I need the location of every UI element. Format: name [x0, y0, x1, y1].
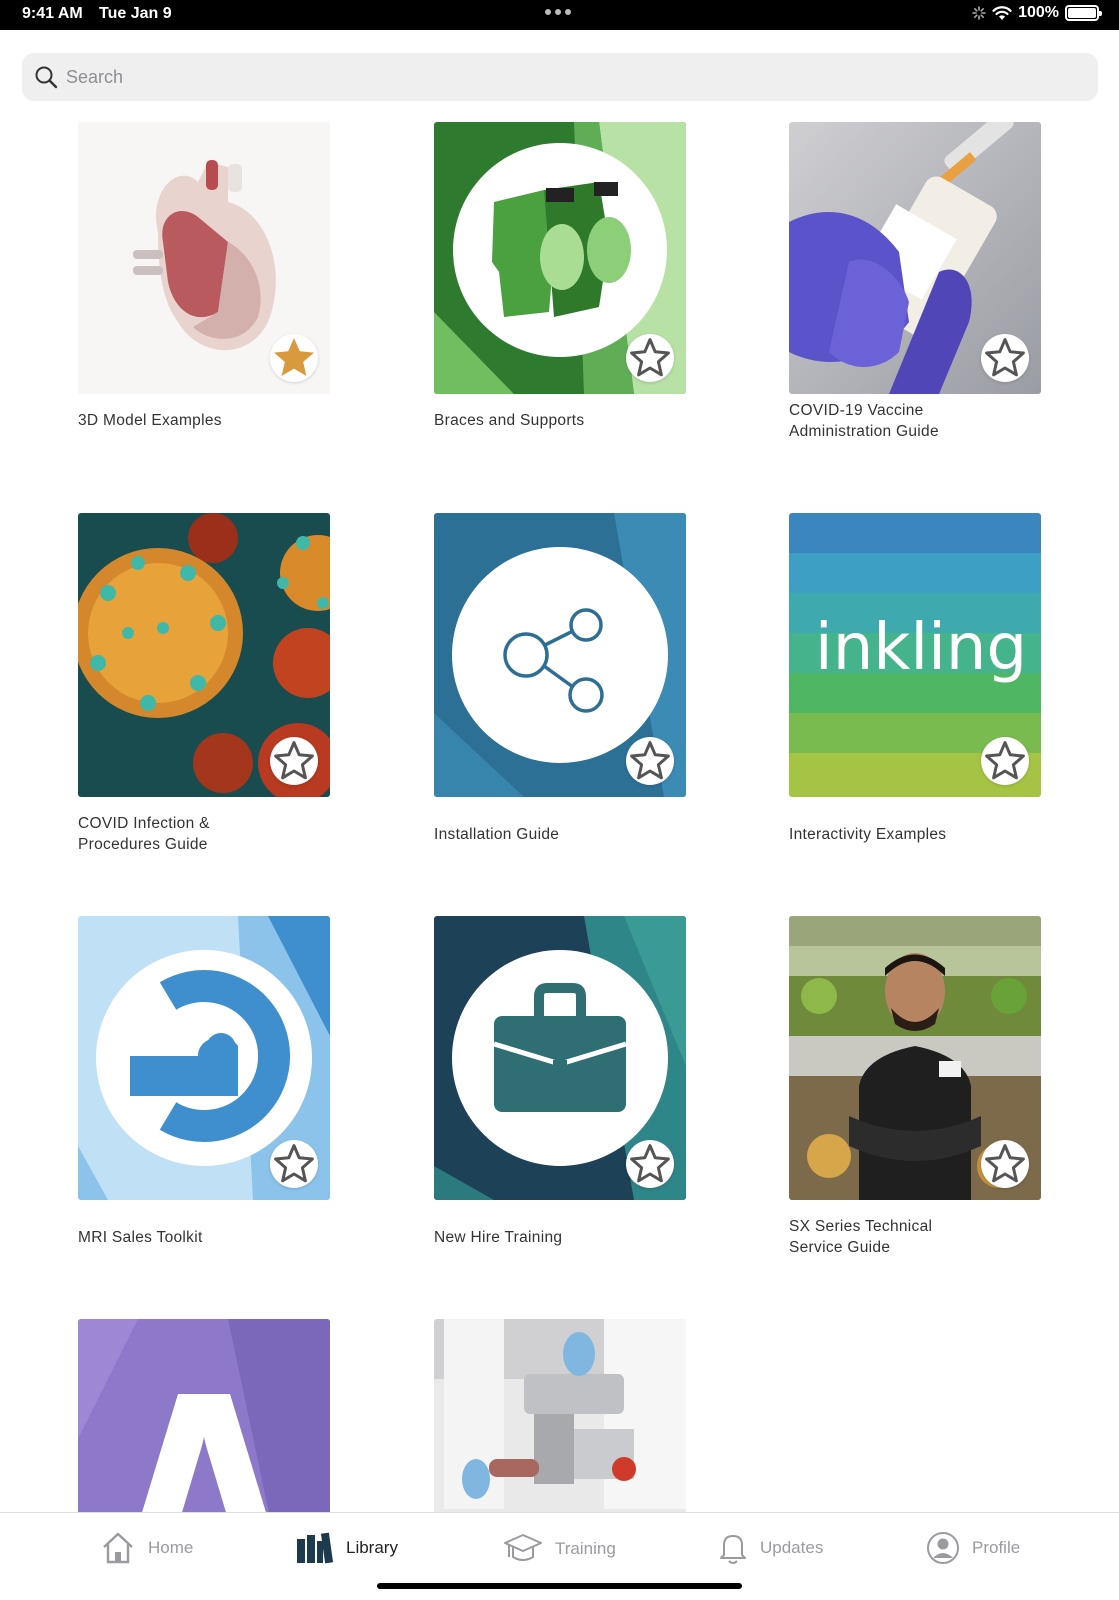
- star-outline-icon: [630, 1144, 670, 1183]
- book-title: Interactivity Examples: [789, 824, 1041, 845]
- book-card-covid-infection[interactable]: COVID Infection & Procedures Guide: [78, 513, 330, 855]
- book-cover[interactable]: [78, 122, 330, 394]
- tab-library[interactable]: Library: [296, 1531, 398, 1565]
- favorite-star-button[interactable]: [981, 737, 1029, 785]
- book-title-line: Installation Guide: [434, 826, 560, 843]
- book-cover[interactable]: [78, 1319, 330, 1512]
- book-cover[interactable]: inkling: [789, 513, 1041, 797]
- letter-a-cover-image: [78, 1319, 330, 1512]
- book-title-line: SX Series Technical: [789, 1218, 933, 1235]
- wifi-icon: [992, 5, 1012, 20]
- book-card-sx-series-guide[interactable]: SX Series Technical Service Guide: [789, 916, 1041, 1258]
- book-card-mri-sales-toolkit[interactable]: MRI Sales Toolkit: [78, 916, 330, 1248]
- star-outline-icon: [274, 1144, 314, 1183]
- book-title-line: MRI Sales Toolkit: [78, 1229, 203, 1246]
- book-cover[interactable]: [434, 513, 686, 797]
- book-title: MRI Sales Toolkit: [78, 1227, 330, 1248]
- book-title-line: COVID Infection &: [78, 815, 210, 832]
- book-cover[interactable]: [434, 122, 686, 394]
- book-title-line: Interactivity Examples: [789, 826, 947, 843]
- book-title-line: New Hire Training: [434, 1229, 563, 1246]
- book-title: New Hire Training: [434, 1227, 686, 1248]
- book-title-line: Administration Guide: [789, 423, 939, 440]
- book-cover[interactable]: [789, 122, 1041, 394]
- library-grid: 3D Model Examples Braces and Supports CO…: [0, 122, 1119, 1512]
- book-cover[interactable]: [789, 916, 1041, 1200]
- favorite-star-button[interactable]: [270, 334, 318, 382]
- inkling-logo-text: inkling: [815, 611, 1027, 685]
- tab-training[interactable]: Training: [503, 1531, 616, 1567]
- battery-percent: 100%: [1018, 4, 1059, 21]
- home-indicator[interactable]: [377, 1583, 742, 1589]
- favorite-star-button[interactable]: [626, 737, 674, 785]
- book-title-line: Braces and Supports: [434, 412, 585, 429]
- book-cover[interactable]: [434, 1319, 686, 1512]
- favorite-star-button[interactable]: [270, 737, 318, 785]
- graduation-cap-icon: [504, 1534, 542, 1561]
- book-title-line: Procedures Guide: [78, 836, 208, 853]
- tab-label: Training: [555, 1539, 616, 1558]
- favorite-star-button[interactable]: [626, 334, 674, 382]
- book-title-line: COVID-19 Vaccine: [789, 402, 924, 419]
- book-card-covid-vaccine[interactable]: COVID-19 Vaccine Administration Guide: [789, 122, 1041, 442]
- favorite-star-button[interactable]: [981, 334, 1029, 382]
- book-cover[interactable]: [78, 916, 330, 1200]
- tab-label: Library: [346, 1538, 398, 1557]
- tab-label: Updates: [760, 1538, 824, 1557]
- book-card-braces-and-supports[interactable]: Braces and Supports: [434, 122, 686, 431]
- favorite-star-button[interactable]: [270, 1140, 318, 1188]
- book-title: Braces and Supports: [434, 410, 686, 431]
- favorite-star-button[interactable]: [626, 1140, 674, 1188]
- star-outline-icon: [985, 1144, 1025, 1183]
- tab-label: Profile: [972, 1538, 1021, 1557]
- book-cover[interactable]: [78, 513, 330, 797]
- search-icon: [35, 66, 58, 89]
- book-cover[interactable]: [434, 916, 686, 1200]
- book-card-new-hire-training[interactable]: New Hire Training: [434, 916, 686, 1248]
- book-title-line: Service Guide: [789, 1239, 891, 1256]
- multitasking-dots-icon[interactable]: [545, 9, 571, 15]
- book-card-grinder[interactable]: [434, 1319, 686, 1512]
- book-title: COVID Infection & Procedures Guide: [78, 813, 330, 855]
- status-date: Tue Jan 9: [99, 5, 172, 22]
- book-card-interactivity-examples[interactable]: inkling Interactivity Examples: [789, 513, 1041, 845]
- activity-spinner-icon: [972, 6, 986, 20]
- book-card-installation-guide[interactable]: Installation Guide: [434, 513, 686, 845]
- search-placeholder: Search: [66, 66, 124, 87]
- status-right: 100%: [972, 4, 1102, 22]
- tab-profile[interactable]: Profile: [926, 1531, 1020, 1565]
- star-outline-icon: [630, 338, 670, 377]
- bell-icon: [720, 1535, 746, 1564]
- star-outline-icon: [985, 741, 1025, 780]
- star-filled-icon: [274, 338, 314, 376]
- home-icon: [103, 1532, 133, 1564]
- book-title: 3D Model Examples: [78, 410, 330, 431]
- profile-icon: [927, 1532, 959, 1564]
- book-card-3d-model-examples[interactable]: 3D Model Examples: [78, 122, 330, 431]
- search-bar[interactable]: Search: [22, 53, 1098, 101]
- book-card-letter-a[interactable]: [78, 1319, 330, 1512]
- book-title: Installation Guide: [434, 824, 686, 845]
- star-outline-icon: [274, 741, 314, 780]
- grinder-photo-image: [434, 1319, 686, 1512]
- book-title-line: 3D Model Examples: [78, 412, 222, 429]
- book-title: SX Series Technical Service Guide: [789, 1216, 1041, 1258]
- tab-label: Home: [148, 1538, 194, 1557]
- tab-home[interactable]: Home: [100, 1531, 193, 1565]
- tab-updates[interactable]: Updates: [718, 1531, 823, 1565]
- library-icon: [297, 1532, 334, 1564]
- favorite-star-button[interactable]: [981, 1140, 1029, 1188]
- book-title: COVID-19 Vaccine Administration Guide: [789, 400, 1041, 442]
- star-outline-icon: [630, 741, 670, 780]
- status-time: 9:41 AM: [22, 5, 83, 22]
- star-outline-icon: [985, 338, 1025, 377]
- battery-icon: [1065, 5, 1102, 21]
- status-bar: 9:41 AM Tue Jan 9 100%: [0, 0, 1119, 30]
